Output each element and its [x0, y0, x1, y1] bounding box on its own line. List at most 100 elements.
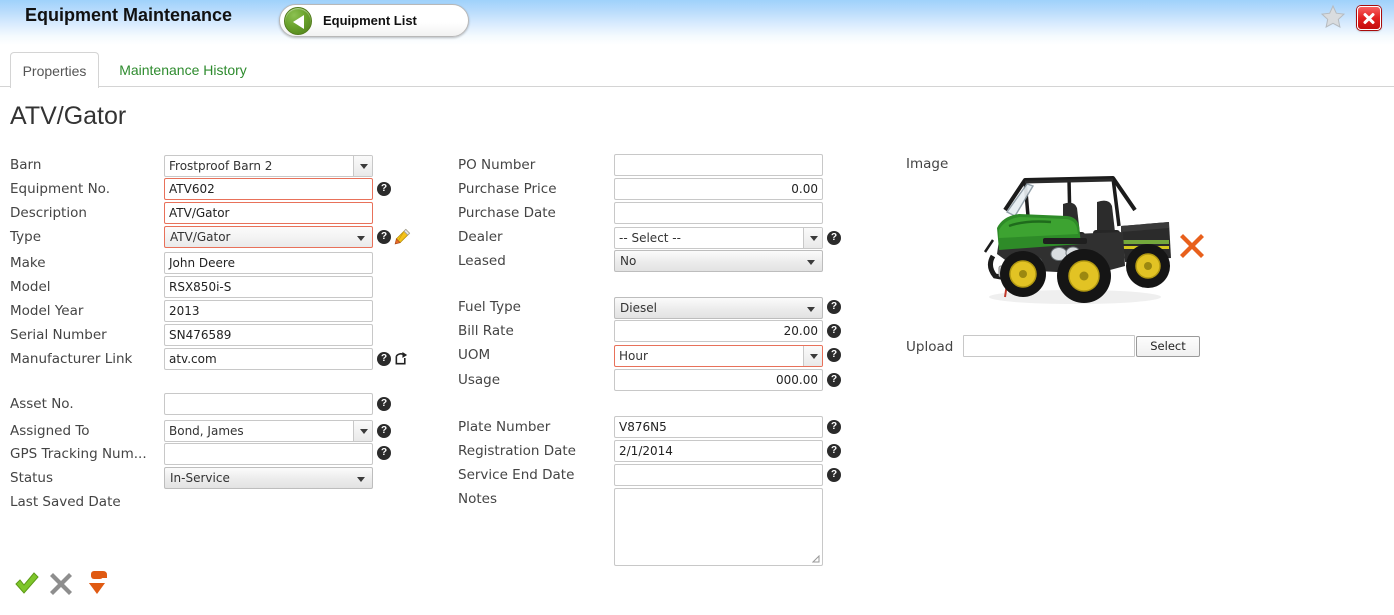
label-registration-date: Registration Date: [458, 443, 576, 459]
cancel-button[interactable]: [48, 571, 74, 597]
select-file-button[interactable]: Select: [1136, 336, 1200, 357]
tab-properties[interactable]: Properties: [10, 52, 99, 88]
fuel-type-select[interactable]: Diesel: [614, 297, 823, 319]
help-icon-equipment-no[interactable]: ?: [377, 182, 391, 196]
purchase-price-input[interactable]: 0.00: [614, 178, 823, 200]
save-button[interactable]: [14, 571, 40, 597]
barn-combo[interactable]: Frostproof Barn 2: [164, 155, 373, 177]
help-icon-usage[interactable]: ?: [827, 373, 841, 387]
dealer-value: -- Select --: [619, 231, 681, 245]
status-value: In-Service: [170, 471, 230, 485]
status-select[interactable]: In-Service: [164, 467, 373, 489]
close-window-button[interactable]: [1357, 6, 1381, 30]
label-type: Type: [10, 229, 42, 245]
remove-image-button[interactable]: [1178, 232, 1206, 260]
dealer-combo[interactable]: -- Select --: [614, 227, 823, 249]
help-icon-gps-tracking-number[interactable]: ?: [377, 446, 391, 460]
x-remove-icon: [1180, 234, 1204, 258]
description-input[interactable]: ATV/Gator: [164, 202, 373, 224]
title-bar: Equipment Maintenance Equipment List: [0, 0, 1394, 45]
label-equipment-no: Equipment No.: [10, 181, 110, 197]
chevron-down-icon[interactable]: [803, 346, 822, 366]
help-icon-uom[interactable]: ?: [827, 348, 841, 362]
type-value: ATV/Gator: [170, 230, 231, 244]
app-title: Equipment Maintenance: [25, 5, 233, 25]
tab-maintenance-history[interactable]: Maintenance History: [103, 52, 263, 88]
external-link-icon[interactable]: [394, 351, 409, 366]
chevron-down-icon[interactable]: [353, 421, 372, 441]
upload-input[interactable]: [963, 335, 1135, 357]
label-gps-tracking-number: GPS Tracking Num...: [10, 446, 147, 462]
label-barn: Barn: [10, 157, 42, 173]
help-icon-manufacturer-link[interactable]: ?: [377, 352, 391, 366]
equipment-no-input[interactable]: ATV602: [164, 178, 373, 200]
model-input[interactable]: RSX850i-S: [164, 276, 373, 298]
registration-date-input[interactable]: 2/1/2014: [614, 440, 823, 462]
bill-rate-input[interactable]: 20.00: [614, 320, 823, 342]
equipment-photo: [963, 166, 1183, 314]
resize-grip-icon[interactable]: [812, 555, 820, 563]
equipment-list-back-button[interactable]: Equipment List: [279, 4, 469, 37]
tab-underline: [0, 86, 1394, 87]
equipment-list-label: Equipment List: [323, 13, 417, 28]
help-icon-asset-no[interactable]: ?: [377, 397, 391, 411]
help-icon-type[interactable]: ?: [377, 230, 391, 244]
leased-select[interactable]: No: [614, 250, 823, 272]
label-description: Description: [10, 205, 87, 221]
label-serial-number: Serial Number: [10, 327, 107, 343]
page-title: ATV/Gator: [10, 102, 127, 130]
serial-number-input[interactable]: SN476589: [164, 324, 373, 346]
make-input[interactable]: John Deere: [164, 252, 373, 274]
label-purchase-price: Purchase Price: [458, 181, 557, 197]
chevron-down-icon[interactable]: [803, 228, 822, 248]
help-icon-registration-date[interactable]: ?: [827, 444, 841, 458]
down-arrow-icon: [89, 571, 107, 594]
help-icon-dealer[interactable]: ?: [827, 231, 841, 245]
model-year-input[interactable]: 2013: [164, 300, 373, 322]
assigned-to-value: Bond, James: [169, 424, 244, 438]
back-arrow-icon: [284, 7, 312, 35]
help-icon-service-end-date[interactable]: ?: [827, 468, 841, 482]
x-gray-icon: [50, 573, 72, 595]
label-leased: Leased: [458, 253, 506, 269]
barn-value: Frostproof Barn 2: [169, 159, 273, 173]
label-notes: Notes: [458, 491, 497, 507]
label-model: Model: [10, 279, 51, 295]
label-po-number: PO Number: [458, 157, 536, 173]
label-uom: UOM: [458, 347, 491, 363]
pencil-icon[interactable]: [394, 228, 411, 245]
help-icon-bill-rate[interactable]: ?: [827, 324, 841, 338]
assigned-to-combo[interactable]: Bond, James: [164, 420, 373, 442]
label-image: Image: [906, 156, 949, 172]
help-icon-fuel-type[interactable]: ?: [827, 300, 841, 314]
asset-no-input[interactable]: [164, 393, 373, 415]
label-purchase-date: Purchase Date: [458, 205, 556, 221]
gps-tracking-number-input[interactable]: [164, 443, 373, 465]
notes-textarea[interactable]: [614, 488, 823, 566]
help-icon-plate-number[interactable]: ?: [827, 420, 841, 434]
chevron-down-icon[interactable]: [353, 156, 372, 176]
label-model-year: Model Year: [10, 303, 84, 319]
uom-combo[interactable]: Hour: [614, 345, 823, 367]
label-plate-number: Plate Number: [458, 419, 551, 435]
purchase-date-input[interactable]: [614, 202, 823, 224]
label-make: Make: [10, 255, 46, 271]
label-usage: Usage: [458, 372, 501, 388]
label-last-saved-date: Last Saved Date: [10, 494, 121, 510]
manufacturer-link-input[interactable]: atv.com: [164, 348, 373, 370]
uom-value: Hour: [619, 349, 648, 363]
plate-number-input[interactable]: V876N5: [614, 416, 823, 438]
star-icon[interactable]: [1320, 4, 1346, 30]
service-end-date-input[interactable]: [614, 464, 823, 486]
label-status: Status: [10, 470, 54, 486]
check-icon: [15, 572, 39, 594]
usage-input[interactable]: 000.00: [614, 369, 823, 391]
leased-value: No: [620, 254, 637, 268]
fuel-type-value: Diesel: [620, 301, 657, 315]
delete-button[interactable]: [84, 569, 110, 597]
help-icon-assigned-to[interactable]: ?: [377, 424, 391, 438]
label-bill-rate: Bill Rate: [458, 323, 514, 339]
tab-strip: Properties Maintenance History: [0, 45, 1394, 88]
po-number-input[interactable]: [614, 154, 823, 176]
type-select[interactable]: ATV/Gator: [164, 226, 373, 248]
